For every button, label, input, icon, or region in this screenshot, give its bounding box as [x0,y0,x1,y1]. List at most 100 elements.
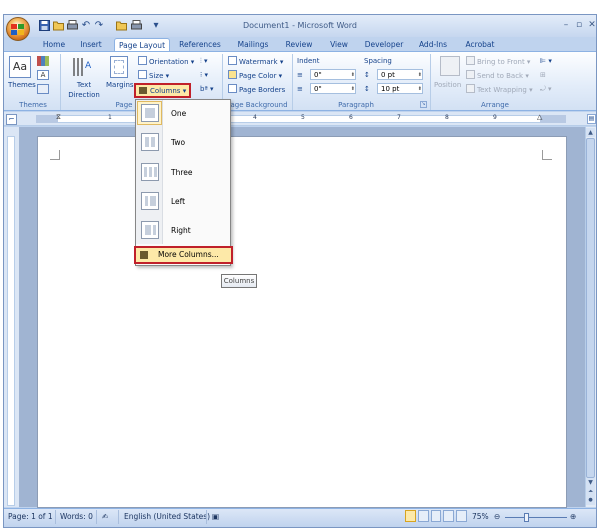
print-icon[interactable] [66,20,78,32]
rotate-icon[interactable]: ⤾ ▾ [540,84,552,94]
undo-icon[interactable]: ↶ [80,20,92,32]
scrollbar-thumb[interactable] [586,138,595,478]
tab-add-ins[interactable]: Add-Ins [414,38,452,52]
spinner-icon[interactable]: ⬍ [351,84,355,94]
margins-label[interactable]: Margins [106,80,134,90]
menu-item-right[interactable]: Right [171,226,191,235]
more-columns-label: More Columns... [158,250,219,259]
full-screen-view-icon[interactable] [417,510,429,522]
left-columns-icon[interactable] [141,192,159,210]
send-to-back-label: Send to Back [477,72,524,80]
send-to-back-button[interactable]: Send to Back ▾ [466,70,529,81]
page-color-button[interactable]: Page Color ▾ [228,70,282,81]
open-icon[interactable] [52,20,64,32]
scroll-up-icon[interactable]: ▲ [586,128,595,137]
one-column-icon[interactable] [141,104,159,122]
minimize-button[interactable]: – [560,19,572,31]
orientation-button[interactable]: Orientation ▾ [138,56,194,67]
menu-item-two[interactable]: Two [171,138,185,147]
bring-to-front-button[interactable]: Bring to Front ▾ [466,56,530,67]
indent-left-input[interactable]: 0" ⬍ [310,69,356,80]
outline-view-icon[interactable] [443,510,455,522]
line-numbers-icon[interactable]: ⁝ ▾ [200,70,208,80]
zoom-slider-thumb[interactable] [524,513,529,522]
tab-mailings[interactable]: Mailings [232,38,274,52]
three-columns-icon[interactable] [141,163,159,181]
folder-icon[interactable] [115,20,127,32]
printer-icon[interactable] [130,20,142,32]
group-icon[interactable]: ⊞ [540,70,546,80]
close-button[interactable]: ✕ [586,19,598,31]
theme-colors-icon[interactable] [37,56,49,66]
two-columns-icon[interactable] [141,133,159,151]
spacing-after-input[interactable]: 10 pt ⬍ [377,83,423,94]
right-columns-icon[interactable] [141,221,159,239]
scroll-down-icon[interactable]: ▼ [586,478,595,487]
previous-page-icon[interactable]: ⏶ [586,487,595,496]
tab-view[interactable]: View [324,38,354,52]
margin-corner-mark [50,150,60,160]
save-icon[interactable] [38,20,50,32]
document-page[interactable] [37,136,567,508]
menu-item-three[interactable]: Three [171,168,192,177]
indent-right-input[interactable]: 0" ⬍ [310,83,356,94]
paragraph-launcher-icon[interactable]: ↘ [420,101,427,108]
menu-item-one[interactable]: One [171,109,186,118]
maximize-button[interactable]: ▫ [573,19,585,31]
bring-to-front-icon [466,56,475,65]
vertical-ruler[interactable] [7,136,15,506]
view-ruler-icon[interactable]: ▤ [587,114,596,124]
redo-icon[interactable]: ↷ [93,20,105,32]
svg-text:A: A [85,61,92,71]
word-count[interactable]: Words: 0 [60,512,93,521]
menu-item-left[interactable]: Left [171,197,185,206]
text-direction-icon[interactable]: A [70,56,94,78]
qat-customize-icon[interactable]: ▾ [150,20,162,32]
tab-review[interactable]: Review [282,38,316,52]
position-icon[interactable] [440,56,460,76]
indent-left-value: 0" [314,71,322,79]
page-color-icon [228,70,237,79]
position-label[interactable]: Position [434,80,461,90]
ruler-number: 7 [397,114,401,121]
size-button[interactable]: Size ▾ [138,70,169,81]
theme-effects-icon[interactable] [37,84,49,94]
spinner-icon[interactable]: ⬍ [351,70,355,80]
themes-icon[interactable]: Aa [9,56,31,78]
spinner-icon[interactable]: ⬍ [418,84,422,94]
zoom-level[interactable]: 75% [472,512,489,521]
spacing-before-input[interactable]: 0 pt ⬍ [377,69,423,80]
macro-record-icon[interactable]: ▣ [212,512,219,521]
draft-view-icon[interactable] [456,510,467,522]
more-columns-icon [140,251,148,259]
language[interactable]: English (United States) [124,512,210,521]
tab-page-layout[interactable]: Page Layout [114,38,170,52]
hyphenation-icon[interactable]: bª ▾ [200,84,213,94]
page-borders-button[interactable]: Page Borders [228,84,285,95]
proofing-icon[interactable]: ✍ [102,512,108,521]
tab-insert[interactable]: Insert [74,38,108,52]
tab-home[interactable]: Home [38,38,70,52]
page-count[interactable]: Page: 1 of 1 [8,512,53,521]
breaks-icon[interactable]: ⫶ ▾ [200,56,208,66]
tab-acrobat[interactable]: Acrobat [462,38,498,52]
spinner-icon[interactable]: ⬍ [418,70,422,80]
web-layout-view-icon[interactable] [430,510,442,522]
group-separator [60,54,61,110]
right-indent-marker-icon[interactable]: △ [537,113,542,121]
theme-fonts-icon[interactable]: A [37,70,49,80]
zoom-slider[interactable] [505,517,567,518]
ruler-toggle-button[interactable]: ⌐ [6,114,17,125]
text-wrapping-button[interactable]: Text Wrapping ▾ [466,84,533,95]
watermark-button[interactable]: Watermark ▾ [228,56,283,67]
align-icon[interactable]: ⊫ ▾ [540,56,552,66]
indent-marker-icon[interactable]: ⧖ [56,113,61,122]
tab-references[interactable]: References [176,38,224,52]
zoom-out-icon[interactable]: ⊖ [494,512,500,521]
zoom-in-icon[interactable]: ⊕ [570,512,576,521]
print-layout-view-icon[interactable] [405,510,416,522]
ruler-number: 9 [493,114,497,121]
tab-developer[interactable]: Developer [362,38,406,52]
margins-icon[interactable] [110,56,128,78]
browse-object-icon[interactable]: ● [586,496,595,505]
